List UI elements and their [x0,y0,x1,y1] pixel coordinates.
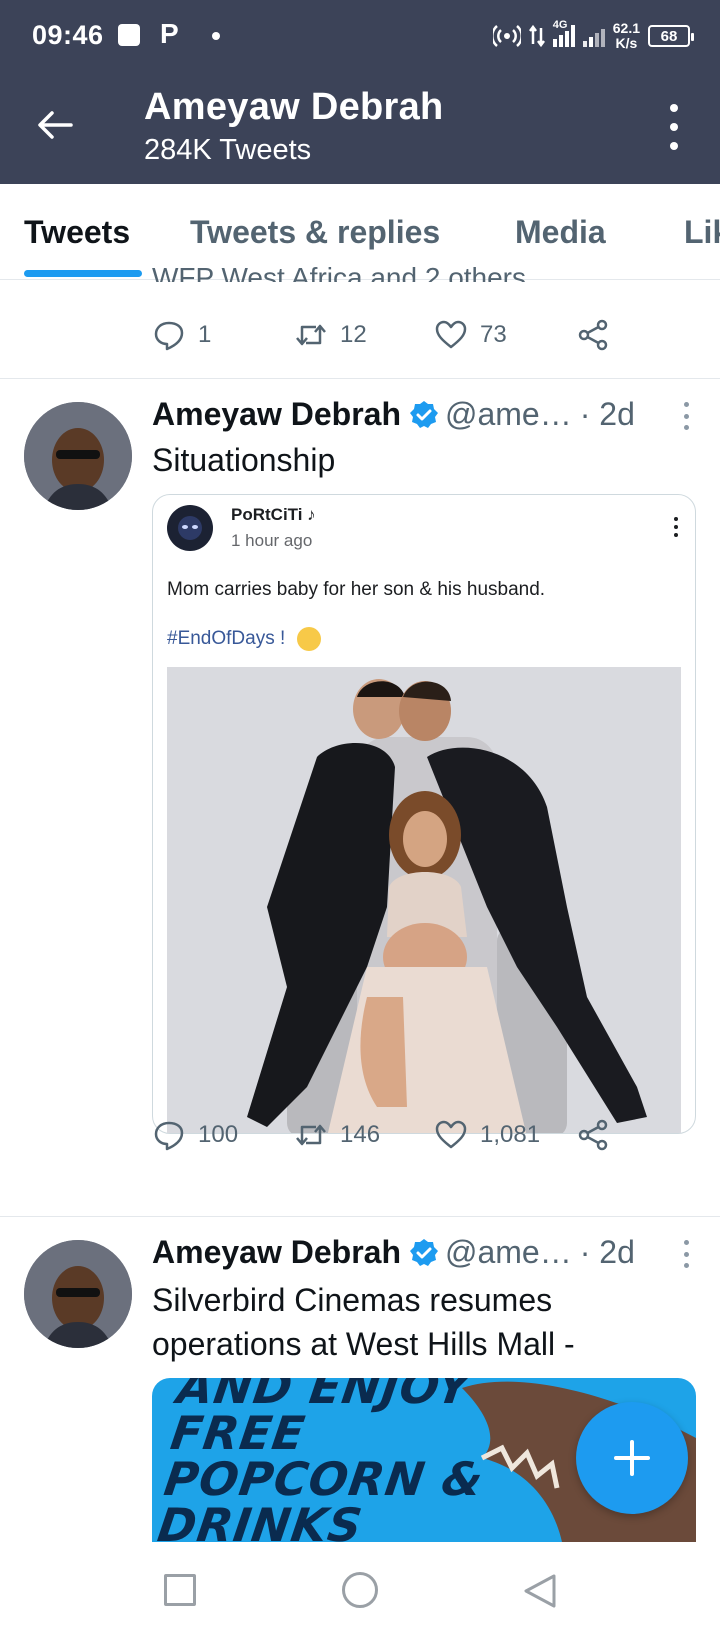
avatar[interactable] [24,402,132,510]
divider [0,378,720,379]
arrow-left-icon [38,111,73,139]
home-button[interactable] [342,1572,378,1608]
heart-icon [435,320,467,349]
speed-unit: K/s [615,35,638,51]
like-count: 1,081 [480,1121,541,1148]
tweet-text: Silverbird Cinemas resumes operations at… [152,1278,692,1366]
tweet-text: Situationship [152,442,336,478]
tweet-header: Ameyaw Debrah @ame… · 2d [152,1234,635,1271]
recents-button[interactable] [164,1574,196,1606]
embedded-post-image[interactable]: PoRtCiTi ♪ 1 hour ago Mom carries baby f… [152,494,696,1134]
tweet-count: 284K Tweets [144,134,312,166]
avatar[interactable] [24,1240,132,1348]
notification-square-icon [118,24,140,46]
tweet-menu-button[interactable] [682,402,690,430]
share-button[interactable] [576,1118,610,1152]
post-menu-icon [674,517,679,537]
tweet-text-line: operations at West Hills Mall - [152,1326,575,1362]
person-photo [24,402,132,510]
status-time: 09:46 [32,20,104,50]
tweet-time: · 2d [579,1234,635,1270]
system-nav-bar [0,1542,720,1640]
back-nav-button[interactable] [522,1572,558,1610]
battery-level: 68 [660,27,678,45]
post-avatar [167,505,213,551]
retweet-icon [296,1124,326,1146]
notification-p-icon: P [160,18,179,49]
notification-dot-icon [212,32,220,40]
tweet-header: Ameyaw Debrah @ame… · 2d [152,396,635,433]
tab-likes[interactable]: Lik [684,214,720,251]
share-icon [578,319,608,351]
plus-icon [614,1440,650,1476]
previous-tweet-clipped-text: WFP West Africa and 2 others [152,262,527,282]
author-handle: @ame… [444,1234,572,1270]
reply-count: 1 [198,321,212,348]
post-hashtag: #EndOfDays [167,628,275,650]
status-indicators: 4G 62.1 K/s 68 [492,18,694,54]
back-button[interactable] [34,104,76,146]
unamused-emoji-icon [296,627,321,651]
like-button[interactable]: 1,081 [434,1118,540,1152]
post-body: Mom carries baby for her son & his husba… [167,579,546,600]
verified-badge-icon [409,1238,438,1266]
like-button[interactable]: 73 [434,318,507,352]
like-count: 73 [480,321,507,348]
profile-title: Ameyaw Debrah [144,86,444,128]
network-speed: 62.1 K/s [613,21,640,51]
post-author: PoRtCiTi ♪ [231,505,316,524]
reply-button[interactable]: 100 [152,1118,238,1152]
active-tab-indicator [24,270,142,277]
hotspot-icon [492,25,521,47]
retweet-count: 146 [340,1121,381,1148]
heart-icon [435,1120,467,1149]
reply-icon [154,321,184,351]
retweet-button[interactable]: 146 [294,1118,380,1152]
post-time: 1 hour ago [231,531,313,550]
retweet-button[interactable]: 12 [294,318,367,352]
promo-line: DRINKS [154,1498,367,1542]
mask-icon [178,516,202,540]
share-button[interactable] [576,318,610,352]
reply-icon [154,1121,184,1151]
signal-4g: 4G [552,19,575,47]
tweet-time: · 2d [579,396,635,432]
tweet-text-line: Silverbird Cinemas resumes [152,1282,553,1318]
status-bar: 09:46 P 4G 62.1 K/s 68 [0,0,720,72]
share-icon [578,1119,608,1151]
person-photo [24,1240,132,1348]
speed-value: 62.1 [612,20,640,36]
post-photo [167,667,681,1133]
divider [0,1216,720,1217]
compose-tweet-button[interactable] [576,1402,688,1514]
retweet-icon [296,324,326,346]
post-hashtag-line: #EndOfDays ! [167,627,321,651]
retweet-count: 12 [340,321,367,348]
reply-button[interactable]: 1 [152,318,211,352]
photo-figures [167,667,681,1133]
overflow-menu-button[interactable] [666,104,682,150]
data-transfer-icon [528,24,545,48]
tab-media[interactable]: Media [515,214,606,251]
verified-badge-icon [409,400,438,428]
promo-line: POPCORN & [160,1452,488,1506]
author-name[interactable]: Ameyaw Debrah [152,396,401,433]
author-handle: @ame… [444,396,572,432]
author-name[interactable]: Ameyaw Debrah [152,1234,401,1271]
post-exclamation: ! [280,628,286,650]
tab-tweets-and-replies[interactable]: Tweets & replies [190,214,440,251]
battery-icon: 68 [648,25,694,47]
top-bar: 09:46 P 4G 62.1 K/s 68 Ameyaw Debrah 284… [0,0,720,184]
tweet-menu-button[interactable] [682,1240,690,1268]
signal-bars-2-icon [582,25,605,47]
network-type: 4G [552,19,568,31]
tab-tweets[interactable]: Tweets [24,214,130,251]
reply-count: 100 [198,1121,239,1148]
